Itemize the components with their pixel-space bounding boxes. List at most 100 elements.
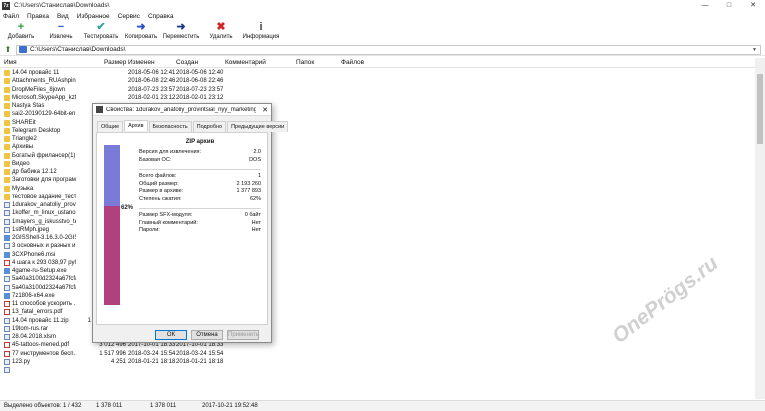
file-created: 2018-07-23 23:57: [176, 86, 224, 93]
property-value: 62%: [249, 195, 261, 202]
property-value: 0 байт: [244, 212, 261, 218]
close-button[interactable]: ✕: [741, 0, 765, 11]
address-input[interactable]: C:\Users\Станислав\Downloads\ ▼: [16, 44, 761, 55]
file-name: 1stRMph.jpeg: [12, 226, 50, 233]
file-name: 2GISShell-3.16.3.0-2GIS...: [12, 235, 76, 241]
file-modified: 2018-01-21 18:18: [128, 358, 176, 365]
toolbar-button-0[interactable]: + Добавить: [4, 22, 38, 44]
folder-icon: [4, 111, 10, 118]
column-header: Имя Размер Изменен Создан Комментарий Па…: [0, 58, 755, 68]
file-row[interactable]: DropMeFiles_8jown 2018-07-23 23:57 2018-07…: [0, 86, 755, 94]
property-value: 2.0: [253, 149, 261, 155]
file-row[interactable]: Attachments_RUAshpin... 2018-06-08 22:46 2…: [0, 77, 755, 85]
apply-button[interactable]: Применить: [227, 330, 259, 340]
toolbar-button-3[interactable]: ➜ Копировать: [124, 22, 158, 44]
file-modified: 2018-07-23 23:57: [128, 86, 176, 93]
file-icon: [4, 276, 10, 283]
file-name: 3 основных и разных и...: [12, 243, 76, 250]
file-size: 1 517 996: [99, 350, 126, 357]
folder-icon: [4, 70, 10, 76]
file-row[interactable]: 14.04 провайс 11 2018-05-06 12:41 2018-05-…: [0, 69, 755, 77]
property-value: DOS: [249, 156, 261, 163]
tab-3[interactable]: Подробно: [192, 121, 227, 132]
col-modified[interactable]: Изменен: [128, 59, 155, 66]
menu-file[interactable]: Файл: [3, 13, 19, 20]
col-comment[interactable]: Комментарий: [225, 59, 266, 66]
compression-ratio-bar: [104, 145, 120, 305]
toolbar-button-4[interactable]: ➜ Переместить: [163, 21, 200, 44]
toolbar-button-label: Извлечь: [49, 34, 73, 40]
pdf-file-icon: [4, 301, 10, 307]
toolbar-button-5[interactable]: ✖ Удалить: [204, 22, 238, 44]
menu-tools[interactable]: Сервис: [118, 13, 140, 20]
props-group-c: Размер SFX-модуля: 0 байт Главный коммента…: [139, 212, 261, 235]
address-bar: ⬆ C:\Users\Станислав\Downloads\ ▼: [0, 44, 765, 56]
toolbar: + Добавить − Извлечь ✔ Тестировать ➜ Копировать…: [0, 22, 765, 44]
col-size[interactable]: Размер: [104, 59, 126, 66]
toolbar-button-label: Информация: [242, 34, 280, 40]
chevron-down-icon[interactable]: ▼: [752, 47, 757, 53]
file-name: 7z1806-x64.exe: [12, 292, 55, 299]
file-name: SHAREit: [12, 119, 36, 126]
info-icon: i: [259, 21, 263, 33]
up-folder-button[interactable]: ⬆: [3, 45, 13, 55]
tab-0[interactable]: Общие: [97, 121, 124, 132]
tab-1[interactable]: Архив: [124, 120, 148, 131]
file-name: Заготовки для программ...: [12, 177, 76, 184]
file-icon: [4, 210, 10, 217]
menu-favorites[interactable]: Избранное: [77, 13, 110, 20]
scrollbar-thumb[interactable]: [757, 74, 763, 144]
archive-icon: [96, 106, 103, 113]
tab-2[interactable]: Безопасность: [148, 121, 192, 132]
minimize-button[interactable]: —: [693, 0, 717, 11]
property-row: Всего файлов: 1: [139, 173, 261, 181]
vertical-scrollbar[interactable]: [755, 58, 765, 399]
file-modified: 2018-03-24 15:54: [128, 350, 176, 357]
move-arrow-icon: ➜: [176, 21, 186, 33]
col-name[interactable]: Имя: [4, 59, 17, 66]
file-name: Богатый фрилансер(1): [12, 152, 76, 159]
folder-icon: [4, 86, 10, 93]
property-value: 1 377 893: [236, 188, 261, 194]
file-name: Архивы: [12, 144, 34, 151]
file-icon: [4, 358, 10, 365]
property-row: Пароли: Нет: [139, 227, 261, 235]
cancel-button[interactable]: Отмена: [191, 330, 223, 340]
maximize-button[interactable]: □: [717, 0, 741, 11]
file-name: 45-tattoos-mened.pdf: [12, 342, 70, 349]
toolbar-button-2[interactable]: ✔ Тестировать: [84, 21, 119, 44]
menu-view[interactable]: Вид: [57, 13, 69, 20]
file-name: Видео: [12, 160, 30, 167]
test-check-icon: ✔: [96, 21, 106, 33]
col-folders[interactable]: Папок: [296, 59, 314, 66]
toolbar-button-1[interactable]: − Извлечь: [44, 22, 78, 44]
col-files[interactable]: Файлов: [341, 59, 364, 66]
ok-button[interactable]: ОК: [155, 330, 187, 340]
copy-arrow-icon: ➜: [136, 21, 146, 33]
property-key: Размер SFX-модуля:: [139, 212, 193, 218]
file-row[interactable]: Microsoft.SkypeApp_kzf... 2018-02-01 23:1…: [0, 94, 755, 102]
window-title: C:\Users\Станислав\Downloads\: [14, 2, 110, 9]
folder-icon: [4, 152, 10, 159]
app-file-icon: [4, 292, 10, 299]
property-key: Базовая ОС:: [139, 156, 172, 163]
property-row: Базовая ОС: DOS: [139, 157, 261, 165]
dialog-close-button[interactable]: ✕: [259, 106, 271, 114]
menu-edit[interactable]: Правка: [27, 13, 49, 20]
col-created[interactable]: Создан: [176, 59, 198, 66]
properties-dialog: Свойства: 1durakov_anatoliy_provintsial_…: [92, 103, 289, 343]
property-row: Степень сжатия: 62%: [139, 196, 261, 204]
archive-info: ZIP архив Версия для извлечения: 2.0 Базов…: [139, 139, 261, 235]
tab-4[interactable]: Предыдущие версии: [227, 121, 289, 132]
extract-minus-icon: −: [57, 21, 65, 33]
toolbar-button-6[interactable]: i Информация: [242, 21, 280, 44]
file-row[interactable]: 77 инструментов бесп... 1 517 996 2018-03-…: [0, 350, 755, 358]
file-name: 4game-ru-Setup.exe: [12, 268, 67, 274]
menu-help[interactable]: Справка: [148, 13, 174, 20]
dialog-tabs: Общие Архив Безопасность Подробно Предыдущие…: [93, 116, 289, 132]
property-value: 1: [257, 173, 261, 179]
file-created: 2018-05-06 12:40: [176, 70, 224, 76]
file-name: 4 шага к 293 038,97 руб...: [12, 259, 76, 266]
file-row[interactable]: [0, 366, 755, 374]
file-row[interactable]: 123.py 4 251 2018-01-21 18:18 2018-01-21 18…: [0, 358, 755, 366]
